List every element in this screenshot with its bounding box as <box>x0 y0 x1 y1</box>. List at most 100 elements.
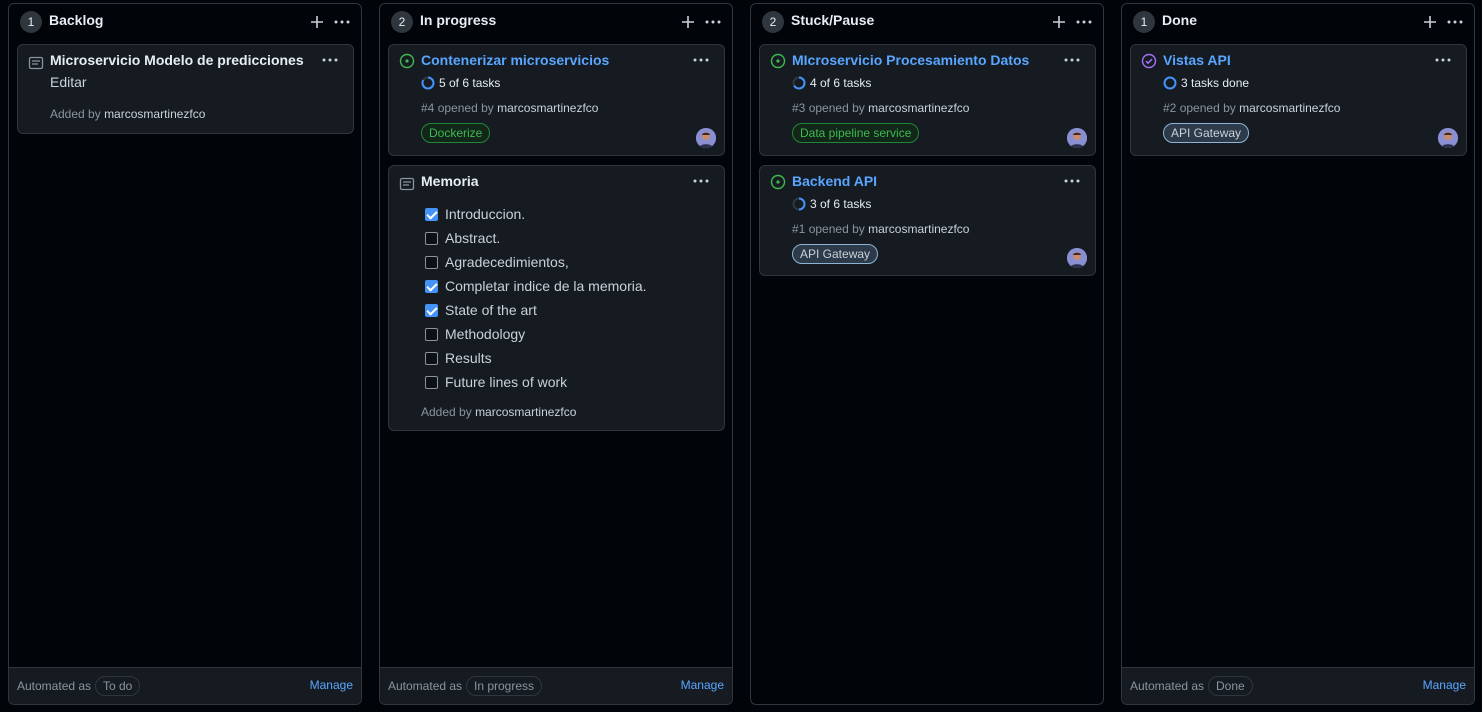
checklist-item[interactable]: State of the art <box>425 301 537 319</box>
column-footer: Automated as To do Manage <box>9 667 361 704</box>
checklist-item-text: Results <box>445 350 492 366</box>
added-by: Added by marcosmartinezfco <box>50 107 205 121</box>
kebab-icon[interactable] <box>692 54 710 66</box>
kebab-icon[interactable] <box>1063 54 1081 66</box>
opened-by-user[interactable]: marcosmartinezfco <box>1239 101 1340 115</box>
column-count-badge: 1 <box>20 11 42 33</box>
automation-pill: In progress <box>466 676 543 696</box>
note-icon <box>28 56 44 70</box>
avatar[interactable] <box>1067 128 1087 148</box>
checkbox[interactable] <box>425 279 438 293</box>
kebab-icon[interactable] <box>1063 175 1081 187</box>
kebab-icon[interactable] <box>1075 14 1093 30</box>
issue-card[interactable]: MIcroservicio Procesamiento Datos 4 of 6… <box>759 44 1096 156</box>
checklist-item[interactable]: Introduccion. <box>425 205 525 223</box>
checkbox[interactable] <box>425 231 438 245</box>
card-title: Microservicio Modelo de predicciones <box>50 52 304 68</box>
checkbox[interactable] <box>425 375 438 389</box>
checkbox[interactable] <box>425 207 438 221</box>
column-count-badge: 2 <box>391 11 413 33</box>
opened-by-user[interactable]: marcosmartinezfco <box>497 101 598 115</box>
automation-pill: Done <box>1208 676 1253 696</box>
kebab-icon[interactable] <box>1434 54 1452 66</box>
note-card[interactable]: Microservicio Modelo de predicciones Edi… <box>17 44 354 134</box>
checkbox[interactable] <box>425 303 438 317</box>
checkbox[interactable] <box>425 351 438 365</box>
kebab-icon[interactable] <box>1446 14 1464 30</box>
card-note-text: Editar <box>50 74 87 90</box>
column-done: 1 Done Vistas API 3 tasks done #2 opened… <box>1121 3 1475 705</box>
automated-label: Automated as <box>17 679 92 693</box>
manage-link[interactable]: Manage <box>681 678 724 692</box>
kebab-icon[interactable] <box>333 14 351 30</box>
checklist-item[interactable]: Methodology <box>425 325 525 343</box>
column-count-badge: 1 <box>1133 11 1155 33</box>
checklist-item-text: State of the art <box>445 302 537 318</box>
column-footer: Automated as Done Manage <box>1122 667 1474 704</box>
issue-closed-icon <box>1141 53 1157 69</box>
checklist-item-text: Abstract. <box>445 230 501 246</box>
avatar[interactable] <box>1067 248 1087 268</box>
checklist-item[interactable]: Agradecedimientos, <box>425 253 569 271</box>
issue-card[interactable]: Backend API 3 of 6 tasks #1 opened by ma… <box>759 165 1096 276</box>
kebab-icon[interactable] <box>704 14 722 30</box>
issue-card[interactable]: Contenerizar microservicios 5 of 6 tasks… <box>388 44 725 156</box>
opened-by-user[interactable]: marcosmartinezfco <box>868 101 969 115</box>
task-progress-text: 3 tasks done <box>1181 76 1250 90</box>
automated-label: Automated as <box>388 679 463 693</box>
issue-card[interactable]: Vistas API 3 tasks done #2 opened by mar… <box>1130 44 1467 156</box>
column-header: 2 In progress <box>380 4 732 42</box>
column-title: Backlog <box>49 12 104 28</box>
column-in-progress: 2 In progress Contenerizar microservicio… <box>379 3 733 705</box>
opened-by: #1 opened by marcosmartinezfco <box>792 222 969 236</box>
kebab-icon[interactable] <box>321 54 339 66</box>
label-badge[interactable]: Dockerize <box>421 123 491 143</box>
note-card[interactable]: Memoria Introduccion. Abstract. Agradece… <box>388 165 725 431</box>
opened-by: #2 opened by marcosmartinezfco <box>1163 101 1340 115</box>
task-progress-text: 4 of 6 tasks <box>810 76 872 90</box>
opened-by-text: opened by <box>1179 101 1236 115</box>
card-title: Memoria <box>421 173 479 189</box>
label-badge[interactable]: Data pipeline service <box>792 123 920 143</box>
added-by-prefix: Added by <box>421 405 472 419</box>
issue-number: #2 <box>1163 101 1177 115</box>
automated-label: Automated as <box>1130 679 1205 693</box>
issue-title-link[interactable]: MIcroservicio Procesamiento Datos <box>792 52 1029 68</box>
issue-title-link[interactable]: Backend API <box>792 173 877 189</box>
added-by: Added by marcosmartinezfco <box>421 405 576 419</box>
label-badge[interactable]: API Gateway <box>792 244 879 264</box>
column-title: In progress <box>420 12 497 28</box>
kebab-icon[interactable] <box>692 175 710 187</box>
plus-icon[interactable] <box>309 14 325 30</box>
issue-title-link[interactable]: Vistas API <box>1163 52 1231 68</box>
avatar[interactable] <box>696 128 716 148</box>
task-progress: 3 of 6 tasks <box>792 196 871 212</box>
checklist-item-text: Completar indice de la memoria. <box>445 278 647 294</box>
added-by-user[interactable]: marcosmartinezfco <box>104 107 205 121</box>
note-icon <box>399 177 415 191</box>
automation-pill: To do <box>95 676 141 696</box>
issue-number: #4 <box>421 101 435 115</box>
checklist-item-text: Future lines of work <box>445 374 568 390</box>
checklist-item[interactable]: Future lines of work <box>425 373 567 391</box>
label-badge[interactable]: API Gateway <box>1163 123 1250 143</box>
issue-title-link[interactable]: Contenerizar microservicios <box>421 52 609 68</box>
column-footer: Automated as In progress Manage <box>380 667 732 704</box>
checkbox[interactable] <box>425 327 438 341</box>
checkbox[interactable] <box>425 255 438 269</box>
checklist-item[interactable]: Completar indice de la memoria. <box>425 277 647 295</box>
added-by-prefix: Added by <box>50 107 101 121</box>
checklist-item[interactable]: Results <box>425 349 492 367</box>
opened-by-user[interactable]: marcosmartinezfco <box>868 222 969 236</box>
added-by-user[interactable]: marcosmartinezfco <box>475 405 576 419</box>
manage-link[interactable]: Manage <box>1423 678 1466 692</box>
avatar[interactable] <box>1438 128 1458 148</box>
plus-icon[interactable] <box>680 14 696 30</box>
task-progress-text: 3 of 6 tasks <box>810 197 872 211</box>
issue-open-icon <box>770 174 786 190</box>
plus-icon[interactable] <box>1422 14 1438 30</box>
checklist-item[interactable]: Abstract. <box>425 229 500 247</box>
task-progress-text: 5 of 6 tasks <box>439 76 501 90</box>
plus-icon[interactable] <box>1051 14 1067 30</box>
manage-link[interactable]: Manage <box>310 678 353 692</box>
